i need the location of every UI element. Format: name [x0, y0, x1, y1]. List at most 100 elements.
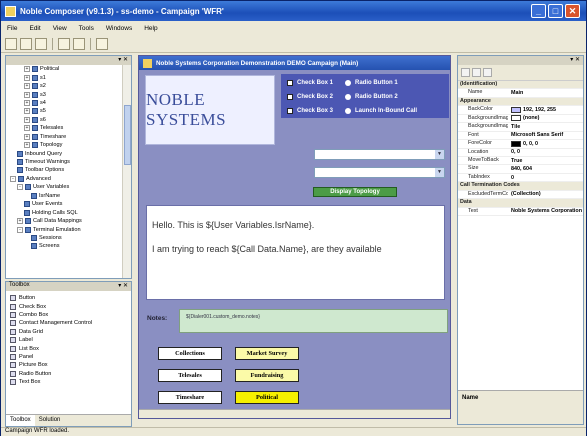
checkbox-square[interactable]	[287, 108, 293, 114]
title-bar[interactable]: Noble Composer (v9.1.3) - ss-demo - Camp…	[1, 1, 586, 21]
tree-node[interactable]: Screens	[6, 242, 123, 250]
property-row[interactable]: Font Microsoft Sans Serif	[458, 132, 583, 141]
script-button-timeshare[interactable]: Timeshare	[158, 391, 222, 404]
pin-icon[interactable]: ▾ ✕	[570, 56, 580, 63]
toolbox-item[interactable]: Contact Management Control	[6, 319, 131, 327]
script-button-political[interactable]: Political	[235, 391, 299, 404]
expand-icon[interactable]: +	[24, 91, 30, 98]
expand-icon[interactable]: +	[24, 125, 30, 132]
tree-node[interactable]: + s5	[6, 107, 123, 115]
alphabetical-icon[interactable]	[472, 68, 481, 77]
property-category[interactable]: Data	[458, 199, 583, 208]
notes-field[interactable]: ${Dialer001.custom_demo.notes}	[179, 309, 448, 333]
property-row[interactable]: ForeColor 0, 0, 0	[458, 140, 583, 149]
property-value[interactable]: 192, 192, 255	[508, 106, 583, 114]
property-category[interactable]: (Identification)	[458, 81, 583, 90]
toolbox-item[interactable]: Check Box	[6, 302, 131, 310]
scroll-thumb[interactable]	[124, 105, 131, 165]
cut-icon[interactable]	[58, 37, 70, 50]
tree-node[interactable]: - Advanced	[6, 175, 123, 183]
toolbox-item[interactable]: Combo Box	[6, 311, 131, 319]
expand-icon[interactable]: +	[24, 116, 30, 123]
radio-2[interactable]: Radio Button 2	[345, 94, 398, 100]
property-row[interactable]: Size 840, 604	[458, 165, 583, 174]
script-button-telesales[interactable]: Telesales	[158, 369, 222, 382]
tree-node[interactable]: - Terminal Emulation	[6, 225, 123, 233]
menu-item-help[interactable]: Help	[144, 25, 157, 32]
chevron-down-icon[interactable]: ▼	[435, 168, 444, 177]
copy-icon[interactable]	[73, 37, 85, 50]
tree-node[interactable]: IsrName	[6, 192, 123, 200]
property-category[interactable]: Appearance	[458, 97, 583, 107]
property-row[interactable]: BackColor 192, 192, 255	[458, 106, 583, 115]
tree-node[interactable]: + s3	[6, 90, 123, 98]
script-button-collections[interactable]: Collections	[158, 347, 222, 360]
radio-dot[interactable]	[345, 80, 351, 86]
property-value[interactable]: (none)	[508, 115, 583, 122]
toolbox-item[interactable]: Button	[6, 294, 131, 302]
tree-node[interactable]: + Topology	[6, 141, 123, 149]
expand-icon[interactable]: +	[24, 99, 30, 106]
property-value[interactable]: Microsoft Sans Serif	[508, 132, 583, 139]
tree-node[interactable]: + s1	[6, 73, 123, 81]
expand-icon[interactable]: +	[24, 66, 30, 73]
script-text-box[interactable]: Hello. This is ${User Variables.IsrName}…	[146, 205, 445, 300]
menu-item-tools[interactable]: Tools	[79, 25, 94, 32]
expand-icon[interactable]: +	[24, 74, 30, 81]
collapse-icon[interactable]: -	[10, 175, 16, 182]
expand-icon[interactable]: +	[24, 83, 30, 90]
tree-node[interactable]: Holding Calls SQL	[6, 208, 123, 216]
tree-node[interactable]: Sessions	[6, 234, 123, 242]
combo-box-2[interactable]: ▼	[314, 167, 445, 178]
pin-icon[interactable]: ▾ ✕	[118, 56, 128, 63]
menu-item-view[interactable]: View	[53, 25, 67, 32]
categorized-icon[interactable]	[461, 68, 470, 77]
expand-icon[interactable]: +	[24, 142, 30, 149]
new-icon[interactable]	[5, 37, 17, 50]
tree-node[interactable]: Inbound Query	[6, 149, 123, 157]
open-icon[interactable]	[20, 37, 32, 50]
tree-node[interactable]: + s4	[6, 99, 123, 107]
property-row[interactable]: Text Noble Systems Corporation	[458, 208, 583, 216]
checkbox-square[interactable]	[287, 80, 293, 86]
tab-toolbox[interactable]: Toolbox	[6, 415, 35, 426]
tree-node[interactable]: + Call Data Mappings	[6, 217, 123, 225]
radio-1[interactable]: Radio Button 1	[345, 80, 398, 86]
menu-item-windows[interactable]: Windows	[106, 25, 132, 32]
menu-item-file[interactable]: File	[7, 25, 17, 32]
tree-node[interactable]: Toolbar Options	[6, 166, 123, 174]
property-value[interactable]: Main	[508, 89, 583, 96]
expand-icon[interactable]: +	[24, 108, 30, 115]
checkbox-2[interactable]: Check Box 2	[287, 94, 333, 100]
menu-item-edit[interactable]: Edit	[29, 25, 40, 32]
property-row[interactable]: BackgroundImageLayoutTile	[458, 123, 583, 132]
tree-node[interactable]: + Political	[6, 65, 123, 73]
radio-dot[interactable]	[345, 108, 351, 114]
maximize-button[interactable]: □	[548, 4, 563, 18]
toolbox-item[interactable]: Text Box	[6, 378, 131, 386]
property-row[interactable]: BackgroundImage (none)	[458, 115, 583, 124]
chevron-down-icon[interactable]: ▼	[435, 150, 444, 159]
property-category[interactable]: Call Termination Codes	[458, 182, 583, 191]
collapse-icon[interactable]: -	[17, 226, 23, 233]
property-value[interactable]: 0, 0	[508, 149, 583, 156]
checkbox-1[interactable]: Check Box 1	[287, 80, 333, 86]
tree-node[interactable]: User Events	[6, 200, 123, 208]
designer-hscroll[interactable]	[139, 409, 450, 418]
radio-3[interactable]: Launch In-Bound Call	[345, 108, 417, 114]
toolbox-item[interactable]: Panel	[6, 353, 131, 361]
toolbox-item[interactable]: Data Grid	[6, 328, 131, 336]
tree-node[interactable]: + s6	[6, 116, 123, 124]
collapse-icon[interactable]: -	[17, 184, 23, 191]
tree-scrollbar[interactable]	[122, 65, 131, 278]
property-row[interactable]: TabIndex 0	[458, 174, 583, 183]
property-value[interactable]: 840, 604	[508, 165, 583, 172]
tree-node[interactable]: + Timeshare	[6, 133, 123, 141]
toolbox-item[interactable]: List Box	[6, 344, 131, 352]
expand-icon[interactable]: +	[17, 218, 23, 225]
property-row[interactable]: Location 0, 0	[458, 149, 583, 157]
property-value[interactable]: (Collection)	[508, 191, 583, 198]
property-pages-icon[interactable]	[483, 68, 492, 77]
minimize-button[interactable]: _	[531, 4, 546, 18]
toolbox-item[interactable]: Picture Box	[6, 361, 131, 369]
